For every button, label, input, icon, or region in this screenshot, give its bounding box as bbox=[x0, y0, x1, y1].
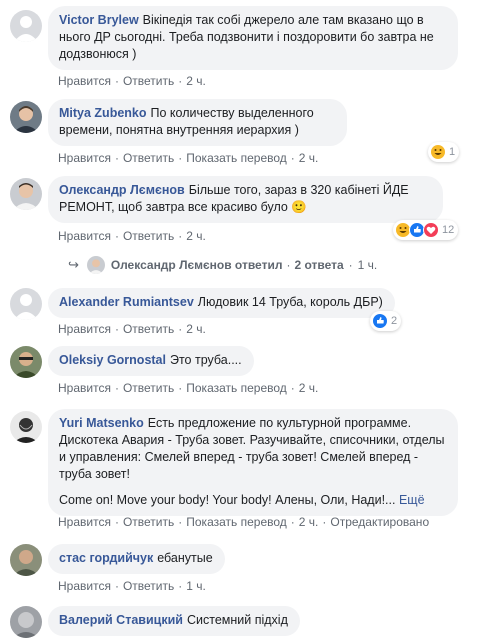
like-link[interactable]: Нравится bbox=[58, 151, 111, 165]
avatar[interactable] bbox=[10, 10, 42, 42]
like-link[interactable]: Нравится bbox=[58, 74, 111, 88]
comment-time[interactable]: 2 ч. bbox=[299, 515, 319, 529]
comment-author[interactable]: Victor Brylew bbox=[59, 13, 139, 27]
avatar[interactable] bbox=[10, 544, 42, 576]
reply-link[interactable]: Ответить bbox=[123, 322, 174, 336]
comment-actions: Нравится · Ответить · Показать перевод · 2 ч. bbox=[58, 151, 319, 165]
reply-link[interactable]: Ответить bbox=[123, 151, 174, 165]
love-reaction-icon bbox=[423, 222, 439, 238]
reaction-count: 1 bbox=[449, 146, 456, 158]
comment-actions: Нравится · Ответить · 2 ч. bbox=[58, 74, 206, 88]
comment-time[interactable]: 2 ч. bbox=[186, 229, 206, 243]
comment-author[interactable]: стас гордийчук bbox=[59, 551, 153, 565]
comment-bubble: Yuri Matsenko Есть предложение по культур… bbox=[48, 409, 458, 516]
comment-bubble: Валерий Ставицкий Системний підхід bbox=[48, 606, 300, 636]
reply-arrow-icon: ↪ bbox=[68, 257, 79, 272]
comment-text: Людовик 14 Труба, король ДБР) bbox=[197, 295, 383, 309]
edited-label[interactable]: Отредактировано bbox=[330, 515, 429, 529]
reaction-summary[interactable]: 1 bbox=[428, 142, 460, 162]
comment-actions: Нравится · Ответить · Показать перевод · 2 ч. ·… bbox=[58, 515, 430, 529]
comment-time[interactable]: 2 ч. bbox=[299, 151, 319, 165]
comment-author[interactable]: Oleksiy Gornostal bbox=[59, 353, 166, 367]
reaction-count: 12 bbox=[442, 224, 455, 236]
comment-author[interactable]: Alexander Rumiantsev bbox=[59, 295, 194, 309]
comment-author[interactable]: Валерий Ставицкий bbox=[59, 613, 183, 627]
comment-text-continued: Come on! Move your body! Your body! Ален… bbox=[59, 493, 425, 507]
avatar[interactable] bbox=[10, 411, 42, 443]
comment-actions: Нравится · Ответить · 1 ч. bbox=[58, 579, 206, 593]
view-replies[interactable]: ↪ Олександр Лємєнов ответил · 2 ответа · 1 ч… bbox=[68, 256, 377, 274]
comment-time[interactable]: 2 ч. bbox=[299, 381, 319, 395]
comment-bubble: Oleksiy Gornostal Это труба.... bbox=[48, 346, 254, 376]
reply-link[interactable]: Ответить bbox=[123, 381, 174, 395]
comment-text: ебанутые bbox=[157, 551, 213, 565]
reply-link[interactable]: Ответить bbox=[123, 515, 174, 529]
comment-author[interactable]: Олександр Лємєнов bbox=[59, 183, 185, 197]
show-translation-link[interactable]: Показать перевод bbox=[186, 515, 287, 529]
comment-bubble: Mitya Zubenko По количеству выделенного в… bbox=[48, 99, 347, 146]
smile-emoji: 🙂 bbox=[291, 200, 307, 214]
avatar[interactable] bbox=[10, 346, 42, 378]
like-reaction-icon bbox=[372, 313, 388, 329]
reply-avatar bbox=[86, 256, 105, 274]
comment-actions: Нравится · Ответить · 2 ч. bbox=[58, 229, 206, 243]
show-translation-link[interactable]: Показать перевод bbox=[186, 381, 287, 395]
avatar[interactable] bbox=[10, 288, 42, 320]
replies-count[interactable]: 2 ответа bbox=[294, 258, 343, 272]
reply-link[interactable]: Ответить bbox=[123, 74, 174, 88]
reply-link[interactable]: Ответить bbox=[123, 579, 174, 593]
show-translation-link[interactable]: Показать перевод bbox=[186, 151, 287, 165]
replies-time: 1 ч. bbox=[357, 258, 378, 272]
like-link[interactable]: Нравится bbox=[58, 381, 111, 395]
reaction-summary[interactable]: 12 bbox=[393, 220, 459, 240]
comment-actions: Нравится · Ответить · 2 ч. bbox=[58, 322, 206, 336]
comment-text: Это труба.... bbox=[169, 353, 242, 367]
like-link[interactable]: Нравится bbox=[58, 229, 111, 243]
see-more-link[interactable]: Ещё bbox=[399, 493, 425, 507]
comment-bubble: Alexander Rumiantsev Людовик 14 Труба, ко… bbox=[48, 288, 395, 318]
comment-author[interactable]: Yuri Matsenko bbox=[59, 416, 144, 430]
comment-author[interactable]: Mitya Zubenko bbox=[59, 106, 147, 120]
reaction-count: 2 bbox=[391, 315, 398, 327]
reply-link[interactable]: Ответить bbox=[123, 229, 174, 243]
like-link[interactable]: Нравится bbox=[58, 515, 111, 529]
like-link[interactable]: Нравится bbox=[58, 322, 111, 336]
haha-reaction-icon bbox=[430, 144, 446, 160]
comment-time[interactable]: 2 ч. bbox=[186, 322, 206, 336]
comment-time[interactable]: 2 ч. bbox=[186, 74, 206, 88]
avatar[interactable] bbox=[10, 101, 42, 133]
reaction-summary[interactable]: 2 bbox=[370, 311, 402, 331]
comment-time[interactable]: 1 ч. bbox=[186, 579, 206, 593]
comment-bubble: стас гордийчук ебанутые bbox=[48, 544, 225, 574]
avatar[interactable] bbox=[10, 178, 42, 210]
replies-author[interactable]: Олександр Лємєнов ответил bbox=[111, 258, 283, 272]
comment-actions: Нравится · Ответить · Показать перевод · 2 ч. bbox=[58, 381, 319, 395]
like-link[interactable]: Нравится bbox=[58, 579, 111, 593]
comment-text: Системний підхід bbox=[186, 613, 288, 627]
avatar[interactable] bbox=[10, 606, 42, 638]
comment-bubble: Олександр Лємєнов Більше того, зараз в 32… bbox=[48, 176, 443, 223]
comment-bubble: Victor Brylew Вікіпедія так собі джерело … bbox=[48, 6, 458, 70]
